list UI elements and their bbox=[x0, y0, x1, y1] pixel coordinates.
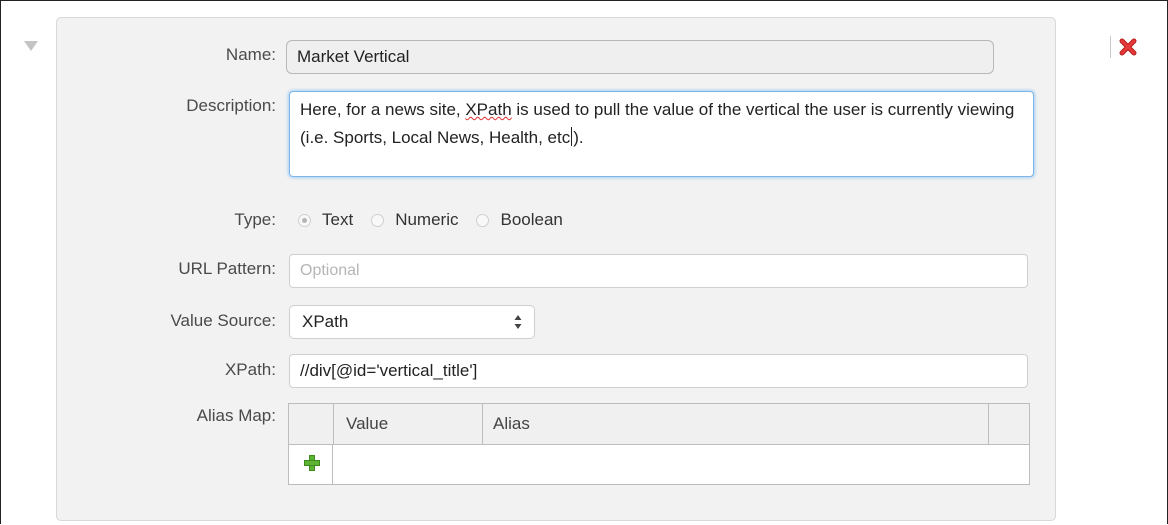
remove-element-control bbox=[1110, 36, 1137, 58]
name-label: Name: bbox=[225, 45, 276, 64]
add-alias-button[interactable] bbox=[289, 445, 333, 484]
type-radio-numeric[interactable] bbox=[371, 213, 385, 227]
alias-header-blank bbox=[289, 404, 334, 444]
value-source-selected: XPath bbox=[302, 312, 349, 331]
alias-table-empty-row bbox=[289, 445, 1029, 484]
add-plus-icon bbox=[304, 455, 320, 471]
alias-table-header: Value Alias bbox=[289, 404, 1029, 445]
collapse-triangle-icon[interactable] bbox=[24, 41, 38, 51]
url-pattern-label: URL Pattern: bbox=[178, 259, 276, 278]
alias-header-value[interactable]: Value bbox=[334, 404, 483, 444]
type-radio-group: Text Numeric Boolean bbox=[298, 208, 581, 232]
name-input[interactable]: Market Vertical bbox=[286, 40, 994, 74]
alias-map-label: Alias Map: bbox=[196, 406, 276, 425]
type-radio-text-label[interactable]: Text bbox=[322, 210, 353, 230]
select-updown-icon bbox=[514, 315, 522, 329]
alias-header-end bbox=[989, 404, 1029, 444]
alias-header-alias[interactable]: Alias bbox=[483, 404, 989, 444]
description-misspelled-word: XPath bbox=[465, 100, 512, 119]
remove-x-icon[interactable] bbox=[1119, 38, 1137, 56]
alias-row-cell[interactable] bbox=[333, 445, 1029, 484]
type-radio-boolean-label[interactable]: Boolean bbox=[500, 210, 562, 230]
description-text-part1: Here, for a news site, bbox=[300, 100, 466, 119]
url-pattern-input[interactable]: Optional bbox=[289, 254, 1028, 288]
type-label: Type: bbox=[234, 210, 276, 229]
value-source-label: Value Source: bbox=[170, 311, 276, 330]
description-label: Description: bbox=[186, 96, 276, 115]
description-text-part3: ). bbox=[573, 128, 584, 147]
divider bbox=[1110, 36, 1111, 58]
description-textarea[interactable]: Here, for a news site, XPath is used to … bbox=[289, 91, 1034, 177]
value-source-select[interactable]: XPath bbox=[289, 305, 535, 339]
type-radio-numeric-label[interactable]: Numeric bbox=[395, 210, 458, 230]
xpath-input[interactable]: //div[@id='vertical_title'] bbox=[289, 354, 1028, 388]
xpath-label: XPath: bbox=[224, 360, 276, 379]
alias-map-table: Value Alias bbox=[288, 403, 1030, 485]
type-radio-boolean[interactable] bbox=[476, 213, 490, 227]
type-radio-text[interactable] bbox=[298, 213, 311, 227]
